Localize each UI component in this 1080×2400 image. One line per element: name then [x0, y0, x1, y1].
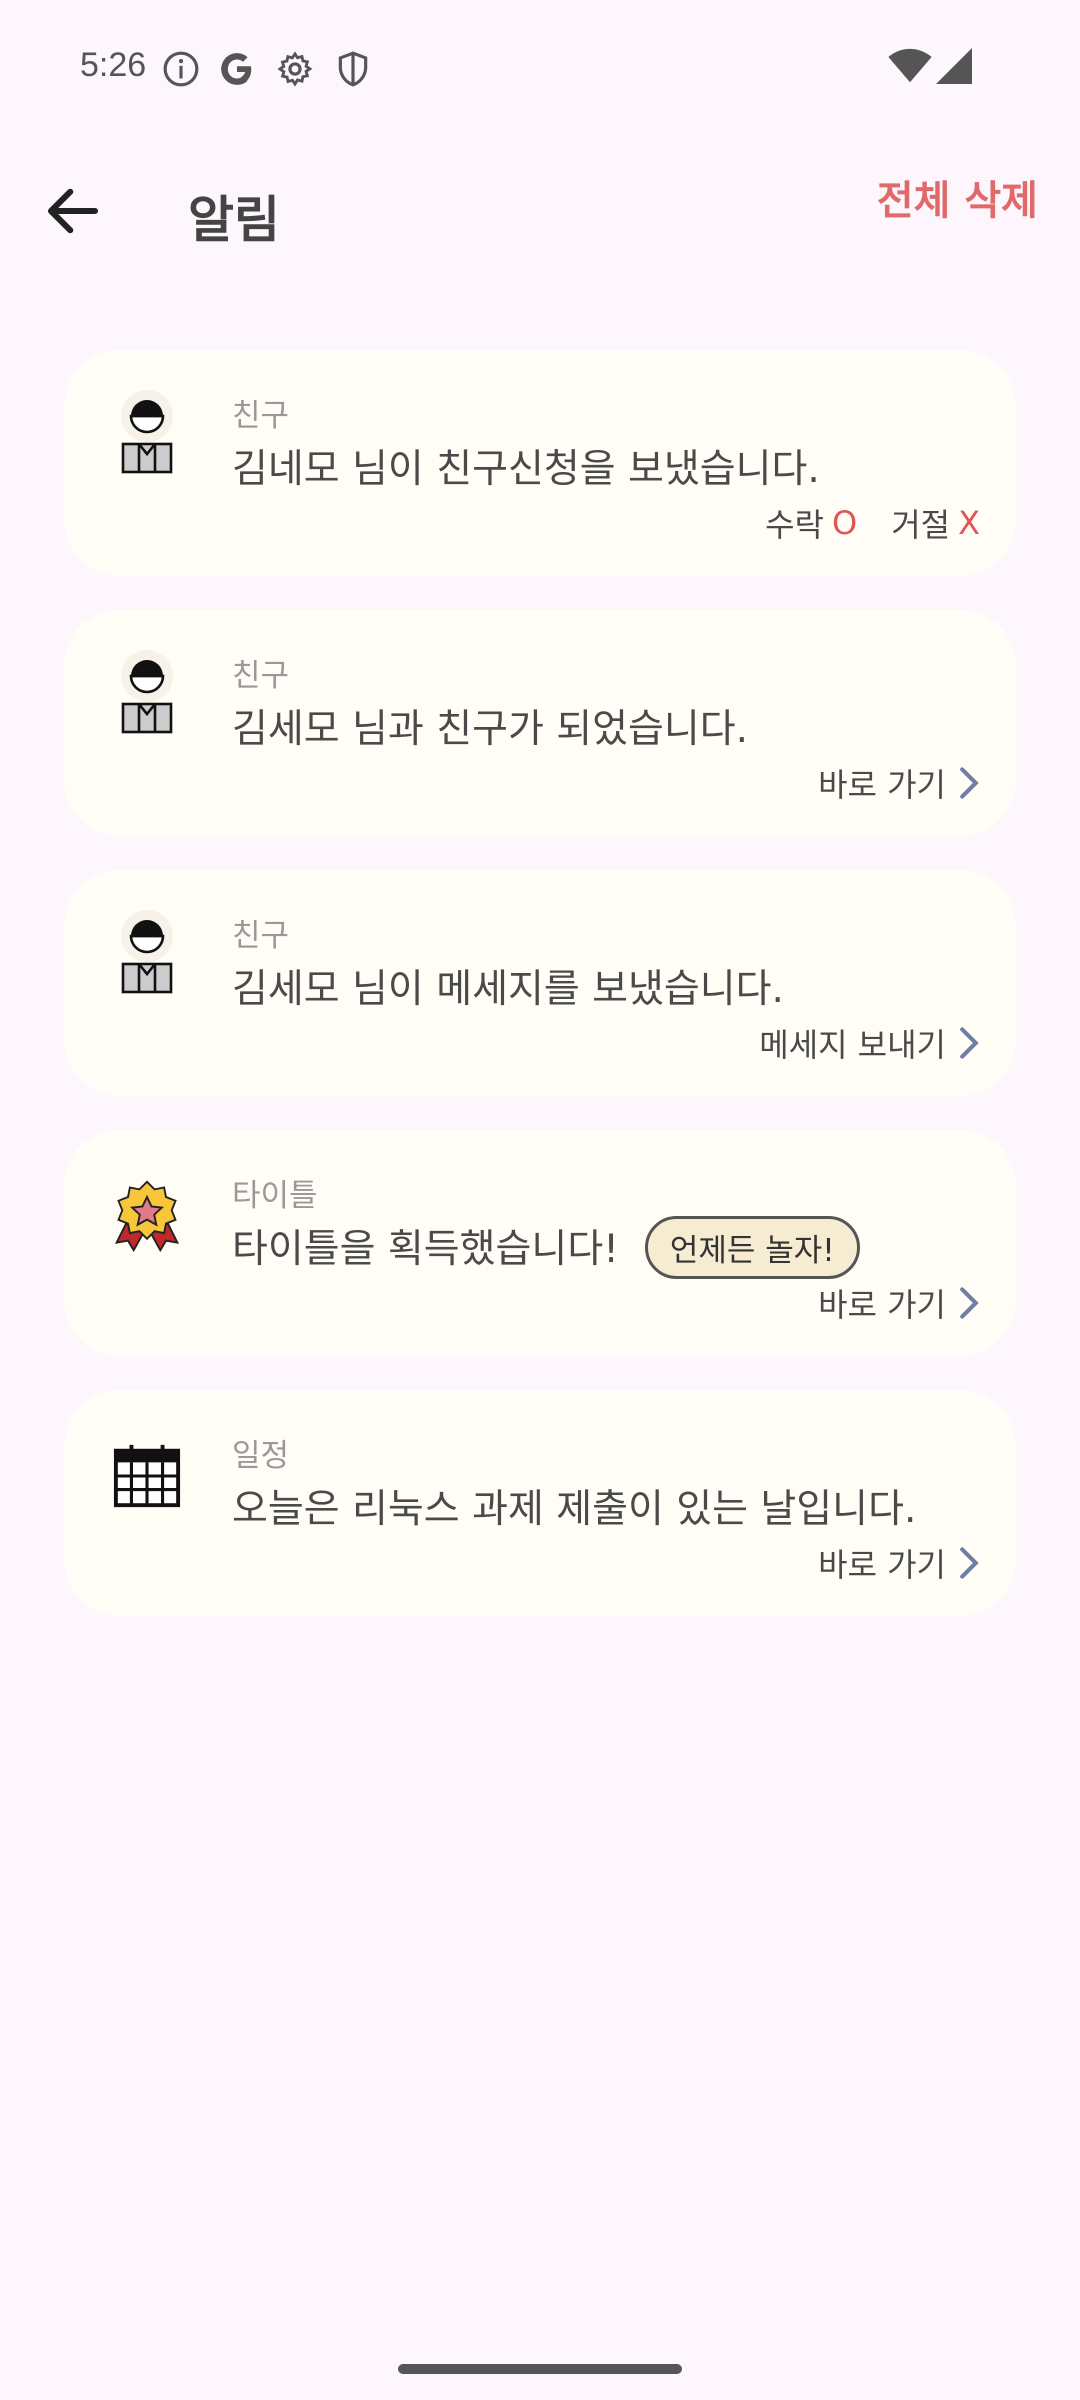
notification-message: 오늘은 리눅스 과제 제출이 있는 날입니다. — [232, 1487, 917, 1532]
clear-all-button[interactable]: 전체 삭제 — [877, 168, 1038, 226]
notification-message: 김세모 님이 메세지를 보냈습니다. — [232, 967, 784, 1012]
home-indicator[interactable] — [398, 2364, 682, 2374]
action-label: 바로 가기 — [818, 1286, 946, 1324]
go-now-link[interactable]: 바로 가기 — [818, 1280, 980, 1326]
notification-card[interactable]: 친구 김세모 님이 메세지를 보냈습니다. 메세지 보내기 — [64, 870, 1016, 1096]
arrow-left-icon[interactable] — [40, 178, 106, 244]
chevron-right-icon — [960, 1027, 979, 1059]
user-avatar-icon — [102, 906, 192, 1006]
page-title: 알림 — [188, 191, 280, 249]
status-time: 5:26 — [80, 46, 147, 84]
wifi-icon — [888, 48, 932, 83]
accept-mark: O — [832, 504, 858, 542]
notification-message: 타이틀을 획득했습니다! — [232, 1227, 619, 1272]
shield-icon — [338, 51, 368, 87]
notification-card[interactable]: 일정 오늘은 리눅스 과제 제출이 있는 날입니다. 바로 가기 — [64, 1390, 1016, 1616]
user-avatar-icon — [102, 386, 192, 486]
notification-message-row: 타이틀을 획득했습니다! 언제든 놀자! — [232, 1216, 860, 1283]
chevron-right-icon — [960, 767, 979, 799]
go-now-link[interactable]: 바로 가기 — [818, 760, 980, 806]
notification-category: 친구 — [232, 918, 290, 954]
notification-message: 김네모 님이 친구신청을 보냈습니다. — [232, 447, 820, 492]
reject-label: 거절 — [891, 506, 951, 544]
notification-category: 친구 — [232, 398, 290, 434]
info-icon — [163, 51, 199, 87]
chevron-right-icon — [960, 1547, 979, 1579]
notification-message: 김세모 님과 친구가 되었습니다. — [232, 707, 749, 752]
accept-button[interactable]: 수락 O — [765, 500, 857, 546]
friend-request-actions: 수락 O 거절 X — [765, 500, 980, 546]
reject-button[interactable]: 거절 X — [891, 500, 980, 546]
calendar-icon — [102, 1426, 192, 1526]
notification-category: 일정 — [232, 1438, 290, 1474]
action-label: 바로 가기 — [818, 1546, 946, 1584]
accept-label: 수락 — [765, 506, 824, 544]
notification-category: 타이틀 — [232, 1178, 318, 1214]
notification-card[interactable]: 타이틀 타이틀을 획득했습니다! 언제든 놀자! 바로 가기 — [64, 1130, 1016, 1356]
status-bar: 5:26 — [0, 0, 1080, 138]
title-badge: 언제든 놀자! — [644, 1216, 860, 1279]
app-bar: 알림 전체 삭제 — [0, 138, 1080, 278]
notification-category: 친구 — [232, 658, 290, 694]
gear-icon — [277, 51, 313, 87]
signal-icon — [936, 48, 972, 84]
chevron-right-icon — [960, 1287, 979, 1319]
medal-badge-icon — [102, 1166, 192, 1266]
user-avatar-icon — [102, 646, 192, 746]
send-message-link[interactable]: 메세지 보내기 — [759, 1020, 980, 1066]
google-icon — [221, 53, 252, 85]
reject-mark: X — [958, 504, 980, 542]
action-label: 바로 가기 — [818, 766, 946, 804]
notification-card[interactable]: 친구 김세모 님과 친구가 되었습니다. 바로 가기 — [64, 610, 1016, 836]
notification-card[interactable]: 친구 김네모 님이 친구신청을 보냈습니다. 수락 O 거절 X — [64, 350, 1016, 576]
action-label: 메세지 보내기 — [759, 1026, 946, 1064]
go-now-link[interactable]: 바로 가기 — [818, 1540, 980, 1586]
